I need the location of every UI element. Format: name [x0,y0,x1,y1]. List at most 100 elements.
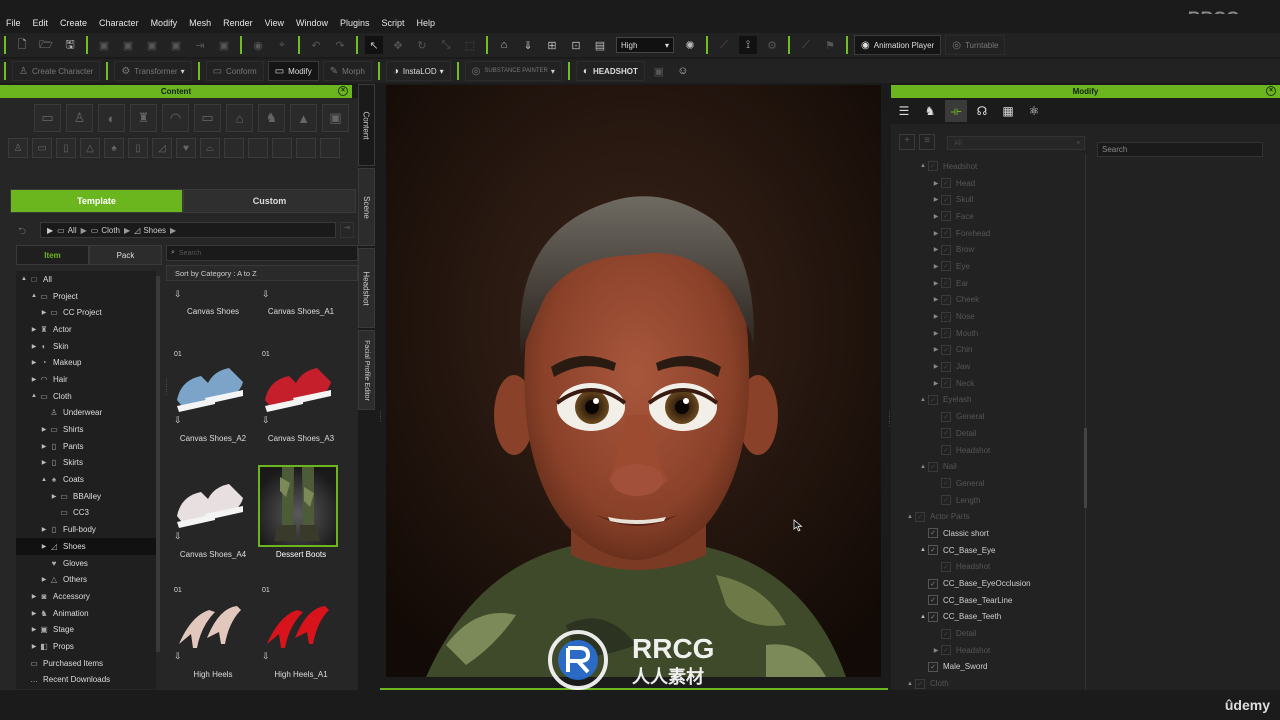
modify-tree-item[interactable]: ▶ ✓ Neck [899,375,1084,392]
modify-tree-item[interactable]: ▶ ✓ Ear [899,275,1084,292]
home-camera-icon[interactable]: ⌂ [495,36,513,54]
tree-item[interactable]: ▶ ◠ Hair [16,371,156,388]
visibility-checkbox[interactable]: ✓ [941,244,951,255]
splitter-handle[interactable]: ⋮ ⋮ ⋮ [886,411,893,428]
empty-slot-icon[interactable] [224,138,244,158]
menu-modify[interactable]: Modify [145,18,184,28]
menu-character[interactable]: Character [93,18,145,28]
tree-item[interactable]: ▶ ▯ Full-body [16,521,156,538]
modify-tree-item[interactable]: ✓ CC_Base_TearLine [899,592,1084,609]
expand-arrow-icon[interactable]: ▶ [40,309,48,316]
expand-arrow-icon[interactable]: ▲ [918,614,928,620]
visibility-checkbox[interactable]: ✓ [941,628,951,639]
3d-viewport[interactable] [386,85,881,677]
content-search-input[interactable]: ⌕ Search [166,245,358,261]
modify-tree-item[interactable]: ✓ Detail [899,625,1084,642]
tree-item[interactable]: ▲ □ All [16,271,156,288]
expand-arrow-icon[interactable]: ▶ [931,263,941,270]
modify-tree-item[interactable]: ▲ ✓ CC_Base_Teeth [899,609,1084,626]
visibility-checkbox[interactable]: ✓ [928,528,938,539]
modify-tree-item[interactable]: ▲ ✓ Cloth [899,675,1084,690]
visibility-checkbox[interactable]: ✓ [928,611,938,622]
expand-arrow-icon[interactable]: ▲ [30,393,38,399]
visibility-checkbox[interactable]: ✓ [941,561,951,572]
breadcrumb-cloth[interactable]: Cloth [101,226,120,235]
expand-arrow-icon[interactable]: ▶ [30,376,38,383]
expand-arrow-icon[interactable]: ▶ [931,296,941,303]
export-icon[interactable]: ▣ [119,36,137,54]
expand-arrow-icon[interactable]: ▶ [931,196,941,203]
send-icon[interactable]: ⇥ [191,36,209,54]
modify-tree-item[interactable]: ▶ ✓ Forehead [899,225,1084,242]
expand-arrow-icon[interactable]: ▶ [30,610,38,617]
visibility-checkbox[interactable]: ✓ [941,228,951,239]
menu-help[interactable]: Help [411,18,442,28]
visibility-checkbox[interactable]: ✓ [941,378,951,389]
menu-window[interactable]: Window [290,18,334,28]
headshot-settings-icon[interactable]: ▣ [650,62,668,80]
scale-icon[interactable]: ⤡ [437,36,455,54]
morph-sliders-icon[interactable]: ⟛ [945,100,967,122]
visibility-checkbox[interactable]: ✓ [941,411,951,422]
undo-icon[interactable]: ↶ [307,36,325,54]
modify-tree-item[interactable]: ▶ ✓ Brow [899,241,1084,258]
menu-mesh[interactable]: Mesh [183,18,217,28]
quality-select[interactable]: High ▾ [616,37,674,53]
zoom-extent-icon[interactable]: ⊡ [567,36,585,54]
modify-tree-item[interactable]: ✓ Headshot [899,442,1084,459]
empty-slot-icon[interactable] [320,138,340,158]
expand-arrow-icon[interactable]: ▲ [918,464,928,470]
skirt-icon[interactable]: △ [80,138,100,158]
tree-item[interactable]: ▶ ◿ Shoes [16,538,156,555]
expand-arrow-icon[interactable]: ▲ [20,276,28,282]
modify-search-input[interactable]: Search [1097,142,1263,157]
expand-arrow-icon[interactable]: ▶ [50,493,58,500]
visibility-checkbox[interactable]: ✓ [915,511,925,522]
modify-tree-item[interactable]: ✓ Male_Sword [899,659,1084,676]
headshot-button[interactable]: ◐ HEADSHOT [575,61,645,81]
back-arrow-icon[interactable]: ⮌ [18,224,26,241]
material-icon[interactable]: ☊ [971,100,993,122]
select-arrow-icon[interactable]: ↖ [365,36,383,54]
close-icon[interactable]: × [1266,86,1276,96]
tree-item[interactable]: … Recent Downloads [16,672,156,689]
coat-icon[interactable]: ♠ [104,138,124,158]
instalod-button[interactable]: ◑ InstaLOD ▾ [385,61,451,81]
transformer-button[interactable]: ⚙ Transformer ▾ [114,61,192,81]
modify-tree-scrollbar[interactable] [1084,428,1087,508]
visibility-checkbox[interactable]: ✓ [941,311,951,322]
modify-tree-item[interactable]: ✓ Headshot [899,559,1084,576]
splitter-handle[interactable]: ⋮ ⋮ ⋮ [163,379,170,396]
modify-tree-item[interactable]: ▶ ✓ Mouth [899,325,1084,342]
expand-arrow-icon[interactable]: ▶ [30,359,38,366]
visibility-checkbox[interactable]: ✓ [941,178,951,189]
tree-item[interactable]: ▶ ▯ Pants [16,438,156,455]
light-icon[interactable]: ✺ [681,36,699,54]
vtab-content[interactable]: Content [358,84,375,166]
visibility-checkbox[interactable]: ✓ [941,211,951,222]
actor-icon[interactable]: ♙ [66,104,93,132]
sliders-icon[interactable]: ☰ [893,100,915,122]
tab-item[interactable]: Item [16,245,89,265]
visibility-checkbox[interactable]: ✓ [941,294,951,305]
morph-list-icon[interactable]: ≡ [919,134,935,150]
tree-item[interactable]: ▲ ♠ Coats [16,471,156,488]
move-icon[interactable]: ✥ [389,36,407,54]
physics-atom-icon[interactable]: ⚛ [1023,100,1045,122]
visibility-checkbox[interactable]: ✓ [941,478,951,489]
morph-button[interactable]: ✎ Morph [322,61,372,81]
expand-arrow-icon[interactable]: ▶ [40,526,48,533]
tab-template[interactable]: Template [10,189,183,213]
visibility-checkbox[interactable]: ✓ [928,394,938,405]
props-icon[interactable]: ▣ [322,104,349,132]
physics-icon[interactable]: ⚙ [763,36,781,54]
accessory-icon[interactable]: ▭ [194,104,221,132]
modify-tree-item[interactable]: ✓ Length [899,492,1084,509]
modify-tree-item[interactable]: ▲ ✓ Eyelash [899,392,1084,409]
new-file-icon[interactable]: 🗋 [13,36,31,54]
tree-item[interactable]: ▶ ♞ Animation [16,605,156,622]
checker-icon[interactable]: ▦ [997,100,1019,122]
tree-item[interactable]: ▶ ▭ CC Project [16,304,156,321]
visibility-checkbox[interactable]: ✓ [915,678,925,689]
modify-tree-item[interactable]: ✓ Classic short [899,525,1084,542]
